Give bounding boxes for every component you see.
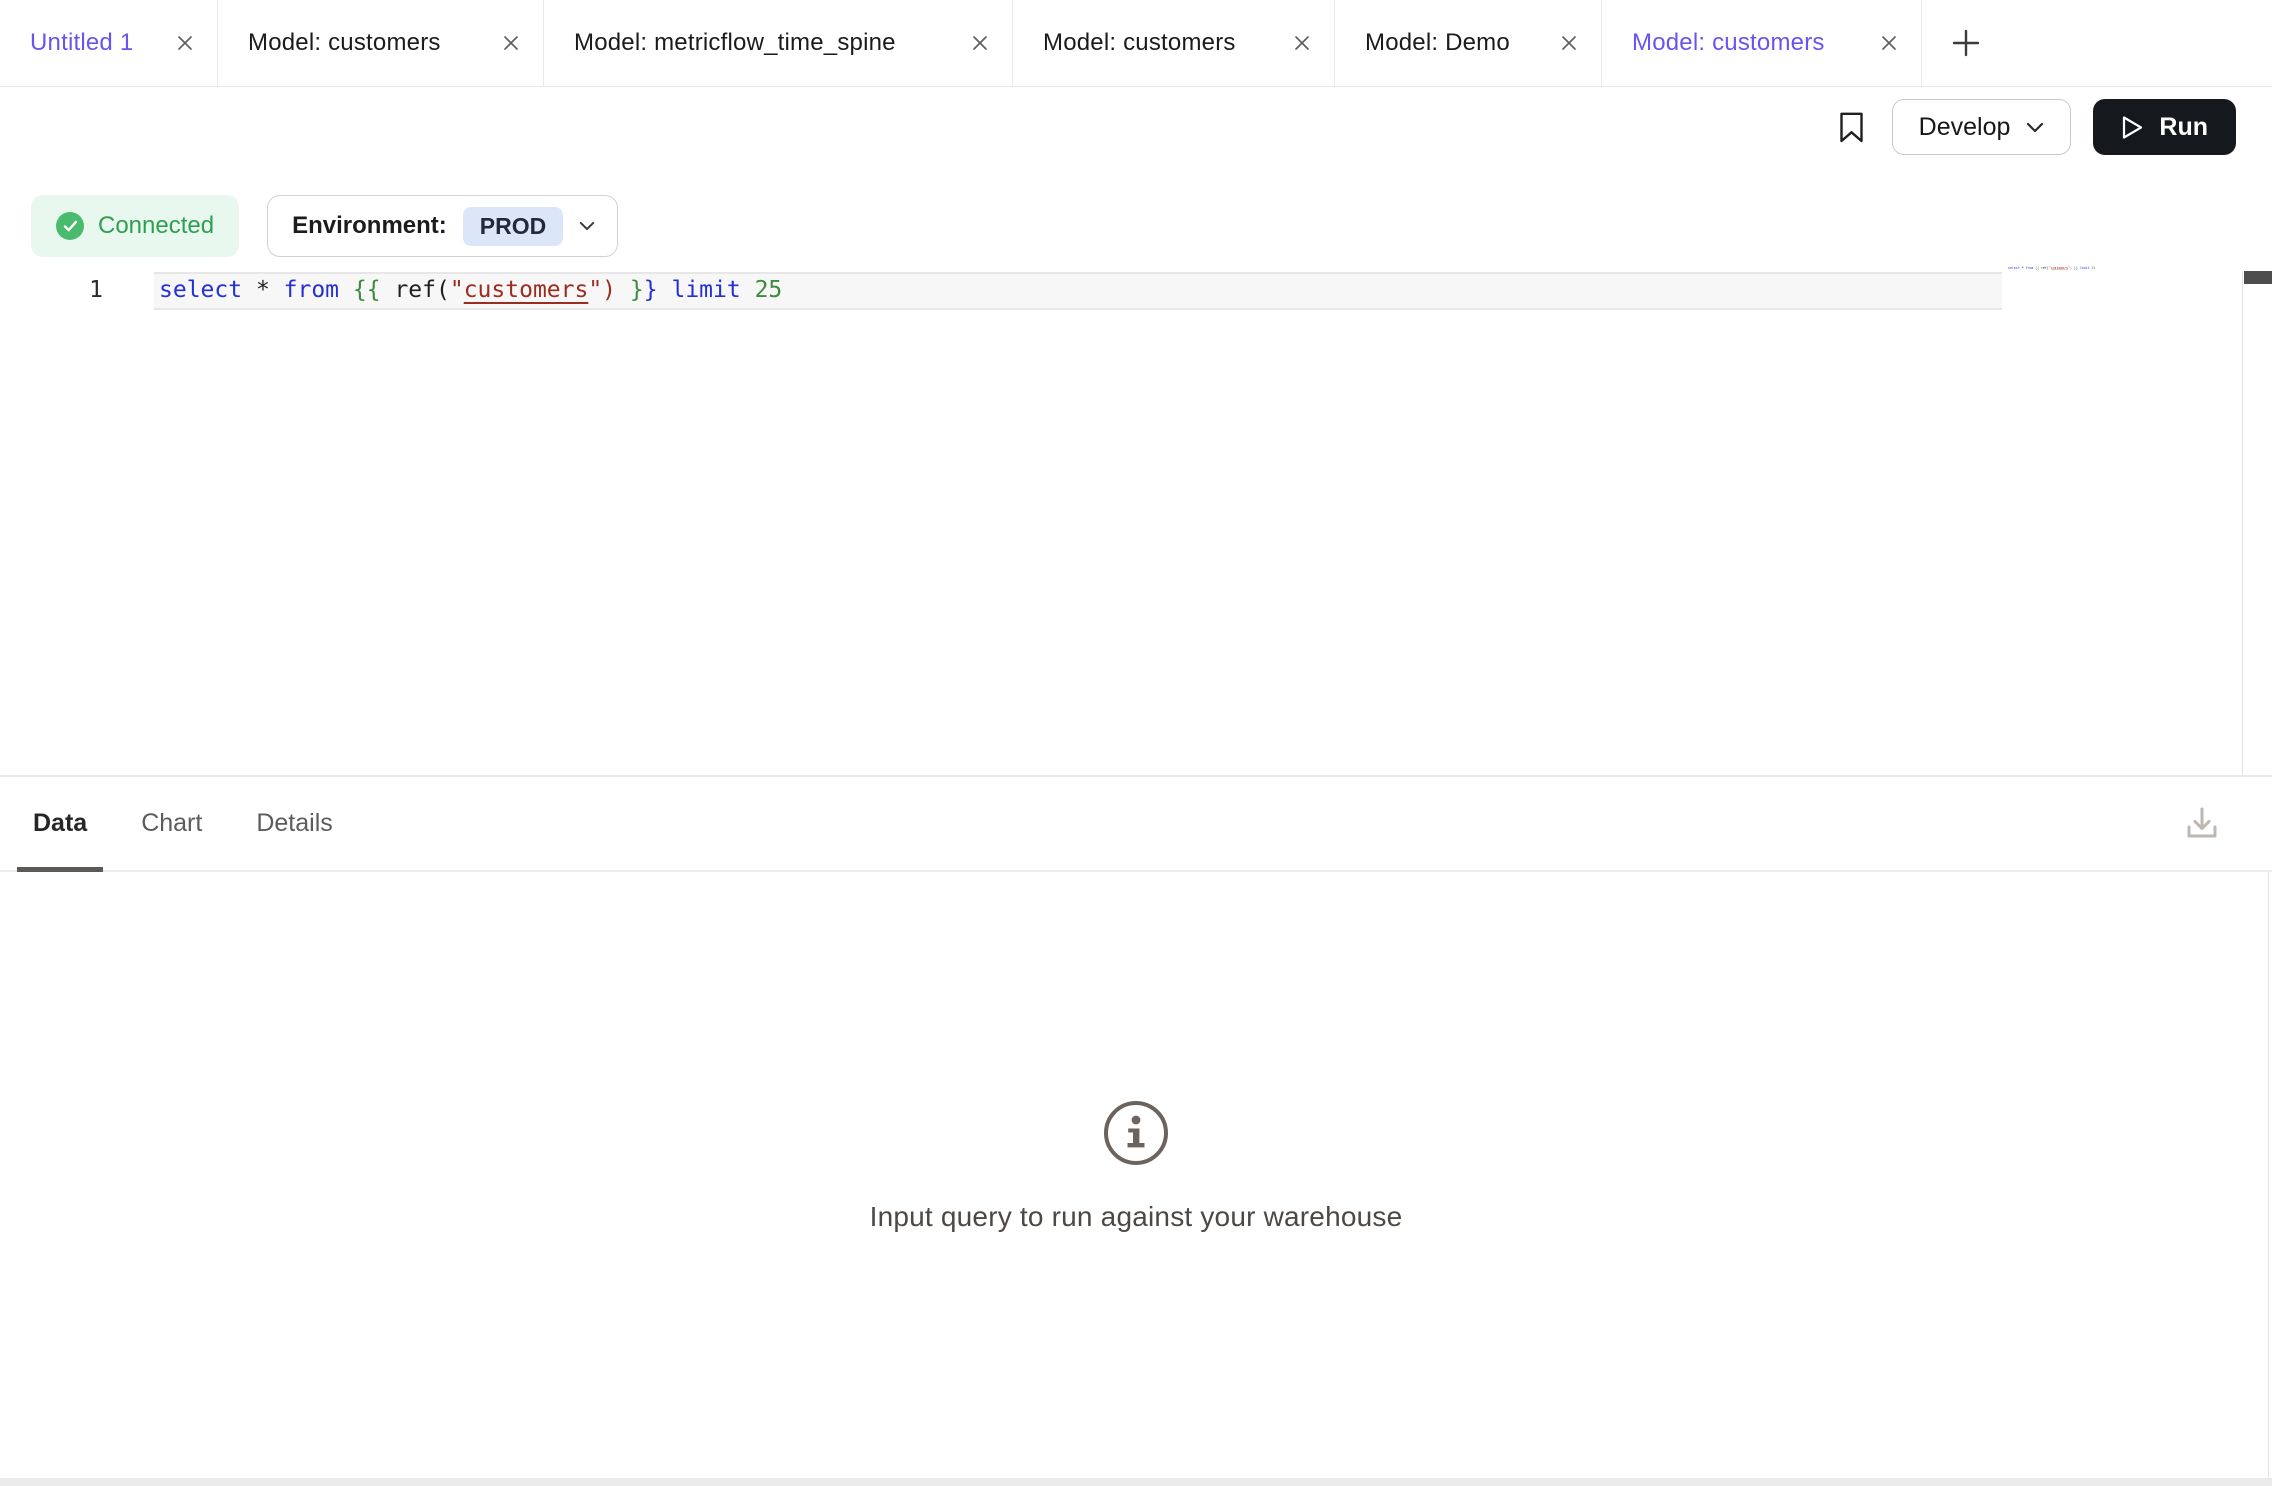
tab-model-customers-1[interactable]: Model: customers	[218, 0, 544, 86]
close-icon[interactable]	[501, 33, 521, 53]
bookmark-icon[interactable]	[1826, 99, 1878, 155]
close-icon[interactable]	[1559, 33, 1579, 53]
tab-details-label: Details	[256, 809, 332, 838]
close-icon[interactable]	[1292, 33, 1312, 53]
chevron-down-icon	[579, 221, 595, 231]
results-tab-bar: Data Chart Details	[0, 777, 2272, 872]
toolbar: Develop Run	[0, 87, 2272, 167]
new-tab-button[interactable]	[1922, 0, 2010, 86]
minimap[interactable]: select * from {{ ref("customers") }} lim…	[2002, 257, 2242, 775]
code-line[interactable]: select * from {{ ref("customers") }} lim…	[159, 272, 782, 310]
environment-selector[interactable]: Environment: PROD	[267, 195, 618, 257]
results-empty-state: Input query to run against your warehous…	[0, 872, 2272, 1478]
tab-details[interactable]: Details	[240, 777, 348, 870]
tab-model-customers-3[interactable]: Model: customers	[1602, 0, 1922, 86]
tab-label: Model: customers	[248, 29, 441, 57]
line-number: 1	[89, 277, 103, 303]
connection-status-badge: Connected	[31, 195, 239, 257]
empty-state-message: Input query to run against your warehous…	[870, 1201, 1403, 1233]
close-icon[interactable]	[1879, 33, 1899, 53]
develop-label: Develop	[1919, 113, 2011, 142]
environment-value-pill: PROD	[463, 207, 563, 246]
tab-untitled-1[interactable]: Untitled 1	[0, 0, 218, 86]
close-icon[interactable]	[175, 33, 195, 53]
info-icon	[1104, 1101, 1168, 1165]
tab-label: Model: customers	[1043, 29, 1236, 57]
tab-data[interactable]: Data	[17, 777, 103, 870]
editor-scrollbar[interactable]	[2242, 271, 2272, 775]
line-number-gutter: 1	[0, 272, 130, 310]
download-icon[interactable]	[2178, 800, 2226, 848]
connection-status-row: Connected Environment: PROD	[0, 167, 2272, 257]
close-icon[interactable]	[970, 33, 990, 53]
tab-chart[interactable]: Chart	[125, 777, 218, 870]
chevron-down-icon	[2026, 122, 2044, 133]
tab-label: Model: metricflow_time_spine	[574, 29, 896, 57]
minimap-code: select * from {{ ref("customers") }} lim…	[2008, 266, 2095, 270]
editor-tab-bar: Untitled 1 Model: customers Model: metri…	[0, 0, 2272, 87]
tab-label: Untitled 1	[30, 29, 133, 57]
tab-model-demo[interactable]: Model: Demo	[1335, 0, 1602, 86]
sql-editor[interactable]: 1 select * from {{ ref("customers") }} l…	[0, 257, 2272, 777]
play-icon	[2121, 115, 2144, 140]
tab-label: Model: Demo	[1365, 29, 1510, 57]
tab-data-label: Data	[33, 809, 87, 838]
tab-chart-label: Chart	[141, 809, 202, 838]
editor-scrollbar-thumb[interactable]	[2244, 271, 2272, 284]
sql-ide-window: Untitled 1 Model: customers Model: metri…	[0, 0, 2272, 1486]
bottom-divider	[0, 1478, 2272, 1486]
plus-icon	[1951, 28, 1981, 58]
tab-model-metricflow-time-spine[interactable]: Model: metricflow_time_spine	[544, 0, 1013, 86]
check-circle-icon	[56, 212, 84, 240]
connected-label: Connected	[98, 212, 214, 240]
tab-label: Model: customers	[1632, 29, 1825, 57]
run-button[interactable]: Run	[2093, 99, 2236, 155]
environment-label: Environment:	[292, 212, 447, 240]
develop-menu-button[interactable]: Develop	[1892, 99, 2072, 155]
run-label: Run	[2159, 113, 2208, 142]
results-panel: Data Chart Details	[0, 777, 2272, 1486]
tab-model-customers-2[interactable]: Model: customers	[1013, 0, 1335, 86]
